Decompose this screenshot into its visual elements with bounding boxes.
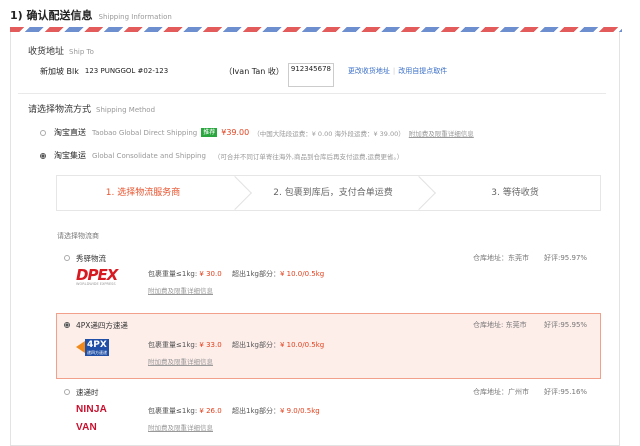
carrier-fee-link[interactable]: 附加费及限重详细信息	[148, 422, 213, 432]
carrier-radio[interactable]	[64, 389, 70, 395]
link-separator: |	[392, 67, 396, 75]
self-pickup-link[interactable]: 改用自提点取件	[398, 66, 447, 76]
recipient-name: （Ivan Tan 收）	[224, 66, 284, 76]
carrier-base-price: 包裹重量≤1kg: ¥ 30.0	[148, 270, 222, 278]
ship-to-header: 收货地址 Ship To	[28, 44, 94, 57]
address-country: 新加坡 Blk	[40, 66, 79, 76]
carrier-base-price: 包裹重量≤1kg: ¥ 26.0	[148, 407, 222, 415]
carrier-item-4px[interactable]: 4PX递四方速递 仓库地址: 东莞市 好评:95.95% 4PX 递四方速递 包裹…	[56, 313, 601, 379]
carrier-name: 秀驿物流	[76, 254, 106, 263]
direct-shipping-fee-link[interactable]: 附加费及限重详细信息	[409, 128, 474, 138]
shipping-method-header: 请选择物流方式 Shipping Method	[28, 102, 155, 115]
carrier-item-ninja-van[interactable]: 速递时 仓库地址：广州市 好评:95.16% NINJA VAN 包裹重量≤1k…	[56, 382, 601, 442]
consolidate-shipping-en: Global Consolidate and Shipping	[92, 151, 206, 160]
direct-shipping-price: ¥39.00	[221, 128, 250, 137]
recommended-badge: 推荐	[201, 128, 218, 137]
page-subtitle: Shipping Information	[98, 13, 172, 21]
carrier-section-label: 请选择物流商	[57, 232, 99, 240]
consolidate-shipping-label: 淘宝集运	[54, 151, 86, 160]
carrier-rating: 好评:95.95%	[544, 321, 588, 329]
shipping-method-title: 请选择物流方式	[28, 105, 92, 115]
consolidate-shipping-note: （可合并不同订单寄往海外,商品到仓库后再支付运费,运费更省。）	[213, 152, 404, 161]
recipient-phone: 912345678	[287, 63, 334, 87]
page-title: 1) 确认配送信息	[10, 9, 93, 22]
carrier-fee-link[interactable]: 附加费及限重详细信息	[148, 356, 213, 366]
ninja-van-logo: NINJA VAN	[76, 404, 107, 433]
direct-shipping-note: （中国大陆段运费：¥ 0.00 海外段运费：¥ 39.00）	[253, 129, 405, 138]
carrier-warehouse: 仓库地址：东莞市	[473, 254, 529, 262]
carrier-fee-link[interactable]: 附加费及限重详细信息	[148, 285, 213, 295]
carrier-name: 4PX递四方速递	[76, 321, 128, 330]
option-consolidate-shipping[interactable]: 淘宝集运 Global Consolidate and Shipping （可合…	[40, 150, 403, 161]
carrier-base-price: 包裹重量≤1kg: ¥ 33.0	[148, 341, 222, 349]
process-steps: 1. 选择物流服务商 2. 包裹到库后，支付合单运费 3. 等待收货	[56, 175, 601, 211]
carrier-rating: 好评:95.97%	[544, 254, 588, 262]
address-street: 123 PUNGGOL #02-123	[84, 67, 169, 75]
carrier-extra-price: 超出1kg部分：¥ 10.0/0.5kg	[232, 341, 325, 349]
change-address-link[interactable]: 更改收货地址	[348, 66, 390, 76]
direct-shipping-radio[interactable]	[40, 129, 46, 136]
carrier-name: 速递时	[76, 388, 99, 397]
dpex-logo: DPEX WORLDWIDE EXPRESS	[76, 266, 118, 287]
section-header: 1) 确认配送信息 Shipping Information	[10, 7, 622, 25]
step-3: 3. 等待收货	[491, 188, 539, 198]
carrier-item-dpex[interactable]: 秀驿物流 仓库地址：东莞市 好评:95.97% DPEX WORLDWIDE E…	[56, 248, 601, 304]
carrier-radio[interactable]	[64, 255, 70, 261]
shipping-method-subtitle: Shipping Method	[96, 106, 156, 114]
step-1: 1. 选择物流服务商	[105, 188, 181, 198]
option-direct-shipping[interactable]: 淘宝直送 Taobao Global Direct Shipping 推荐 ¥3…	[40, 127, 474, 138]
direct-shipping-label: 淘宝直送	[54, 128, 86, 137]
address-row: 新加坡 Blk 123 PUNGGOL #02-123 （Ivan Tan 收）…	[40, 63, 447, 87]
ship-to-subtitle: Ship To	[69, 48, 94, 56]
carrier-rating: 好评:95.16%	[544, 388, 588, 396]
carrier-extra-price: 超出1kg部分：¥ 10.0/0.5kg	[232, 270, 325, 278]
consolidate-shipping-radio[interactable]	[40, 152, 46, 159]
fourpx-logo: 4PX 递四方速递	[76, 338, 126, 356]
section-divider	[18, 93, 606, 94]
carrier-warehouse: 仓库地址: 东莞市	[473, 321, 527, 329]
carrier-radio[interactable]	[64, 322, 70, 328]
carrier-extra-price: 超出1kg部分：¥ 9.0/0.5kg	[232, 407, 320, 415]
direct-shipping-en: Taobao Global Direct Shipping	[92, 128, 198, 137]
step-2: 2. 包裹到库后，支付合单运费	[273, 188, 393, 198]
carrier-warehouse: 仓库地址：广州市	[473, 388, 529, 396]
ship-to-title: 收货地址	[28, 47, 65, 57]
